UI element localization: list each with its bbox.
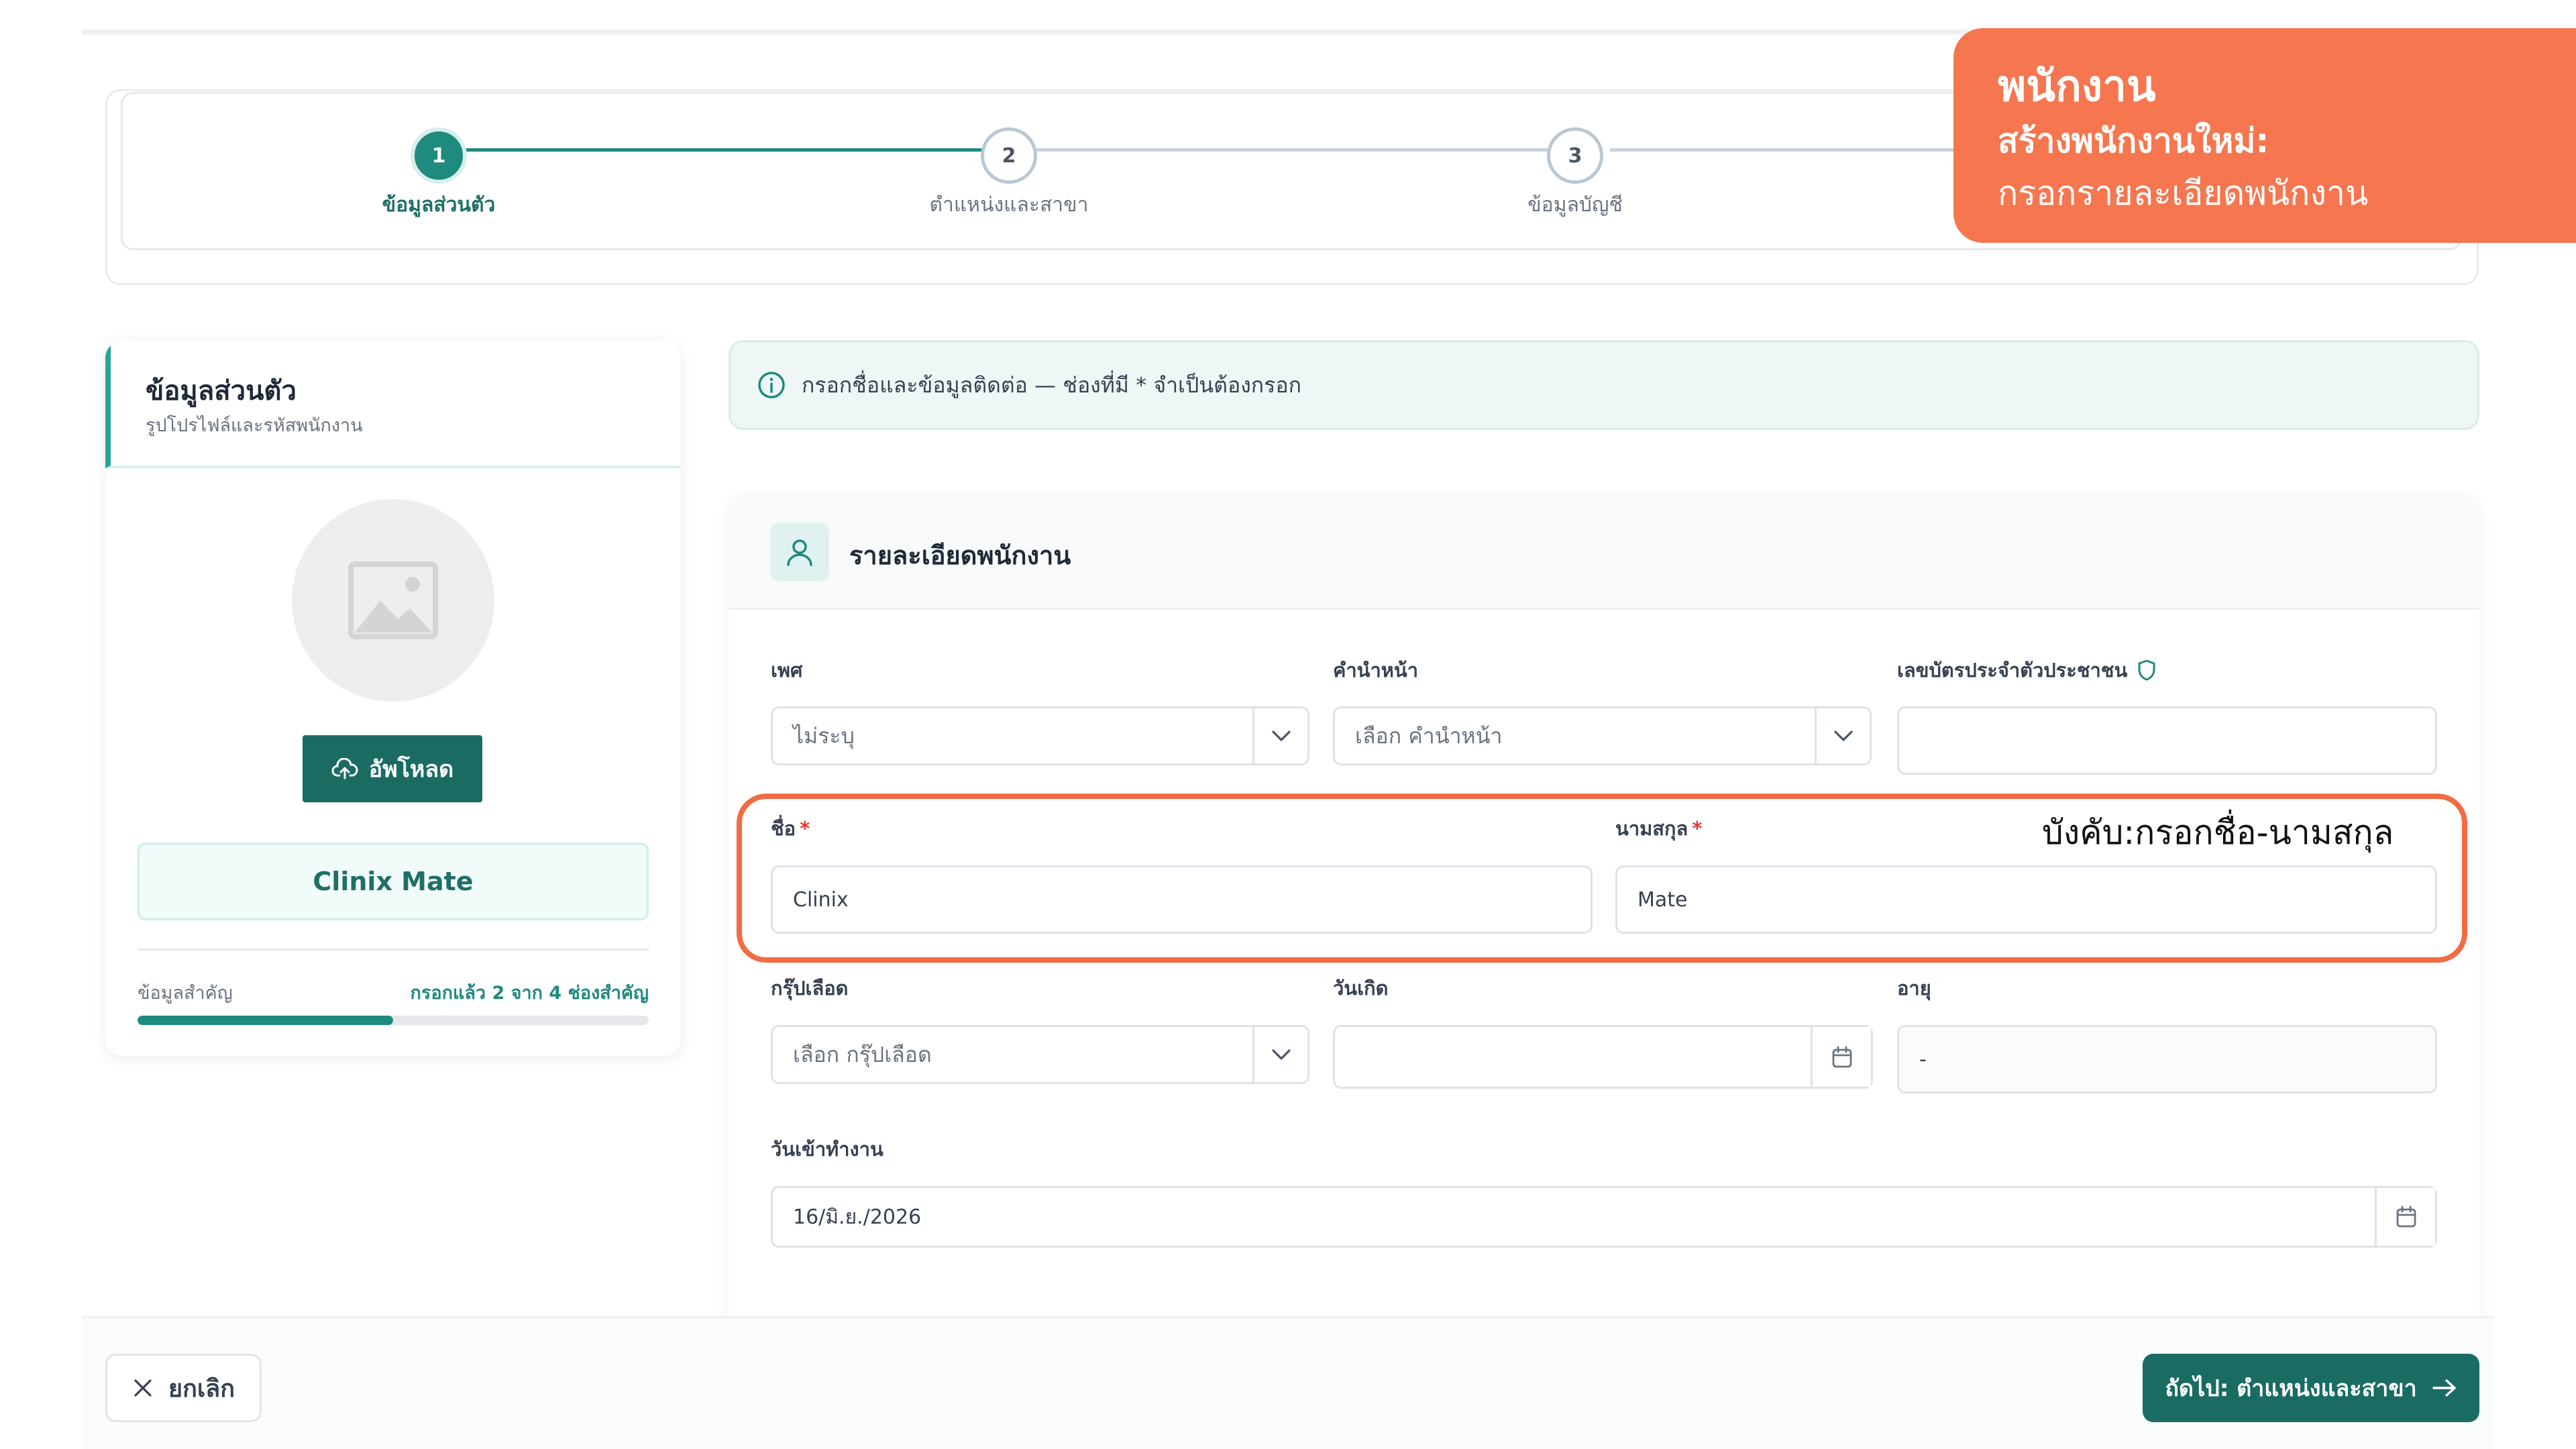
info-banner: กรอกชื่อและข้อมูลติดต่อ — ช่องที่มี * จำ… xyxy=(729,340,2479,430)
cancel-button[interactable]: ยกเลิก xyxy=(105,1354,262,1422)
callout-subtitle: สร้างพนักงานใหม่: xyxy=(1998,121,2269,160)
blood-group-label: กรุ๊ปเลือด xyxy=(771,977,849,1000)
step-connector xyxy=(1610,148,1959,152)
start-date-value: 16/มิ.ย./2026 xyxy=(793,1205,922,1229)
start-date-input[interactable]: 16/มิ.ย./2026 xyxy=(771,1186,2437,1248)
progress-label: ข้อมูลสำคัญ xyxy=(138,983,233,1004)
avatar xyxy=(292,499,494,702)
gender-select[interactable]: ไม่ระบุ xyxy=(771,706,1309,765)
blood-group-select-toggle[interactable] xyxy=(1252,1027,1307,1082)
highlight-annotation: บังคับ:กรอกชื่อ-นามสกุล xyxy=(2042,813,2394,852)
progress-bar-fill xyxy=(138,1016,393,1025)
step-1-number: 1 xyxy=(431,144,446,168)
prefix-select-toggle[interactable] xyxy=(1815,708,1870,763)
chevron-down-icon xyxy=(1271,731,1291,741)
step-3-indicator[interactable]: 3 xyxy=(1547,127,1603,184)
national-id-label: เลขบัตรประจำตัวประชาชน xyxy=(1897,655,2157,686)
cancel-button-label: ยกเลิก xyxy=(168,1375,235,1403)
chevron-down-icon xyxy=(1833,731,1853,741)
person-icon-container xyxy=(770,523,829,582)
calendar-icon xyxy=(1832,1046,1851,1067)
step-2-indicator[interactable]: 2 xyxy=(981,127,1037,184)
age-label: อายุ xyxy=(1897,977,1931,1000)
step-2-number: 2 xyxy=(1002,144,1016,168)
employee-display-name: Clinix Mate xyxy=(138,843,649,920)
gender-select-value: ไม่ระบุ xyxy=(793,722,855,749)
birth-date-picker-button[interactable] xyxy=(1811,1027,1871,1087)
profile-card: ข้อมูลส่วนตัว รูปโปรไฟล์และรหัสพนักงาน อ… xyxy=(105,341,681,1056)
person-icon xyxy=(787,539,812,566)
age-value: - xyxy=(1919,1047,1927,1071)
national-id-label-text: เลขบัตรประจำตัวประชาชน xyxy=(1897,659,2128,682)
upload-button[interactable]: อัพโหลด xyxy=(303,735,482,802)
birth-date-input[interactable] xyxy=(1333,1025,1873,1089)
shield-icon xyxy=(2138,659,2155,681)
step-connector xyxy=(1032,148,1582,152)
upload-button-label: อัพโหลด xyxy=(368,756,454,783)
step-3-number: 3 xyxy=(1568,144,1582,168)
national-id-input[interactable] xyxy=(1897,706,2437,775)
prefix-label: คำนำหน้า xyxy=(1333,659,1419,682)
progress-bar xyxy=(138,1016,649,1025)
step-connector-complete xyxy=(456,148,1032,152)
footer-bar xyxy=(82,1316,2494,1449)
age-field: - xyxy=(1897,1025,2437,1093)
step-1-label: ข้อมูลส่วนตัว xyxy=(382,193,496,217)
callout-title: พนักงาน xyxy=(1998,62,2156,111)
info-banner-text: กรอกชื่อและข้อมูลติดต่อ — ช่องที่มี * จำ… xyxy=(802,372,1301,398)
step-1-indicator[interactable]: 1 xyxy=(411,127,467,184)
tutorial-callout: พนักงาน สร้างพนักงานใหม่: กรอกรายละเอียด… xyxy=(1953,28,2576,243)
info-icon xyxy=(758,372,785,398)
profile-card-subtitle: รูปโปรไฟล์และรหัสพนักงาน xyxy=(146,415,363,436)
calendar-icon xyxy=(2396,1205,2416,1228)
blood-group-select[interactable]: เลือก กรุ๊ปเลือด xyxy=(771,1025,1309,1084)
image-placeholder-icon xyxy=(348,561,438,639)
employee-details-title: รายละเอียดพนักงาน xyxy=(849,541,1071,570)
progress-status: กรอกแล้ว 2 จาก 4 ช่องสำคัญ xyxy=(410,983,649,1004)
gender-label: เพศ xyxy=(771,659,803,682)
next-button-label: ถัดไป: ตำแหน่งและสาขา xyxy=(2165,1375,2417,1402)
start-date-picker-button[interactable] xyxy=(2375,1188,2435,1246)
prefix-select-placeholder: เลือก คำนำหน้า xyxy=(1355,722,1503,749)
cloud-upload-icon xyxy=(331,758,358,780)
step-2-label: ตำแหน่งและสาขา xyxy=(929,193,1089,217)
close-icon xyxy=(134,1379,152,1397)
arrow-right-icon xyxy=(2432,1379,2456,1397)
blood-group-select-placeholder: เลือก กรุ๊ปเลือด xyxy=(793,1041,932,1067)
chevron-down-icon xyxy=(1271,1049,1291,1060)
callout-description: กรอกรายละเอียดพนักงาน xyxy=(1998,174,2369,213)
profile-card-title: ข้อมูลส่วนตัว xyxy=(146,376,297,407)
birth-date-label: วันเกิด xyxy=(1333,977,1389,1000)
gender-select-toggle[interactable] xyxy=(1252,708,1307,763)
divider xyxy=(138,949,649,951)
next-button[interactable]: ถัดไป: ตำแหน่งและสาขา xyxy=(2143,1354,2479,1422)
prefix-select[interactable]: เลือก คำนำหน้า xyxy=(1333,706,1872,765)
start-date-label: วันเข้าทำงาน xyxy=(771,1138,883,1161)
step-3-label: ข้อมูลบัญชี xyxy=(1527,193,1623,217)
